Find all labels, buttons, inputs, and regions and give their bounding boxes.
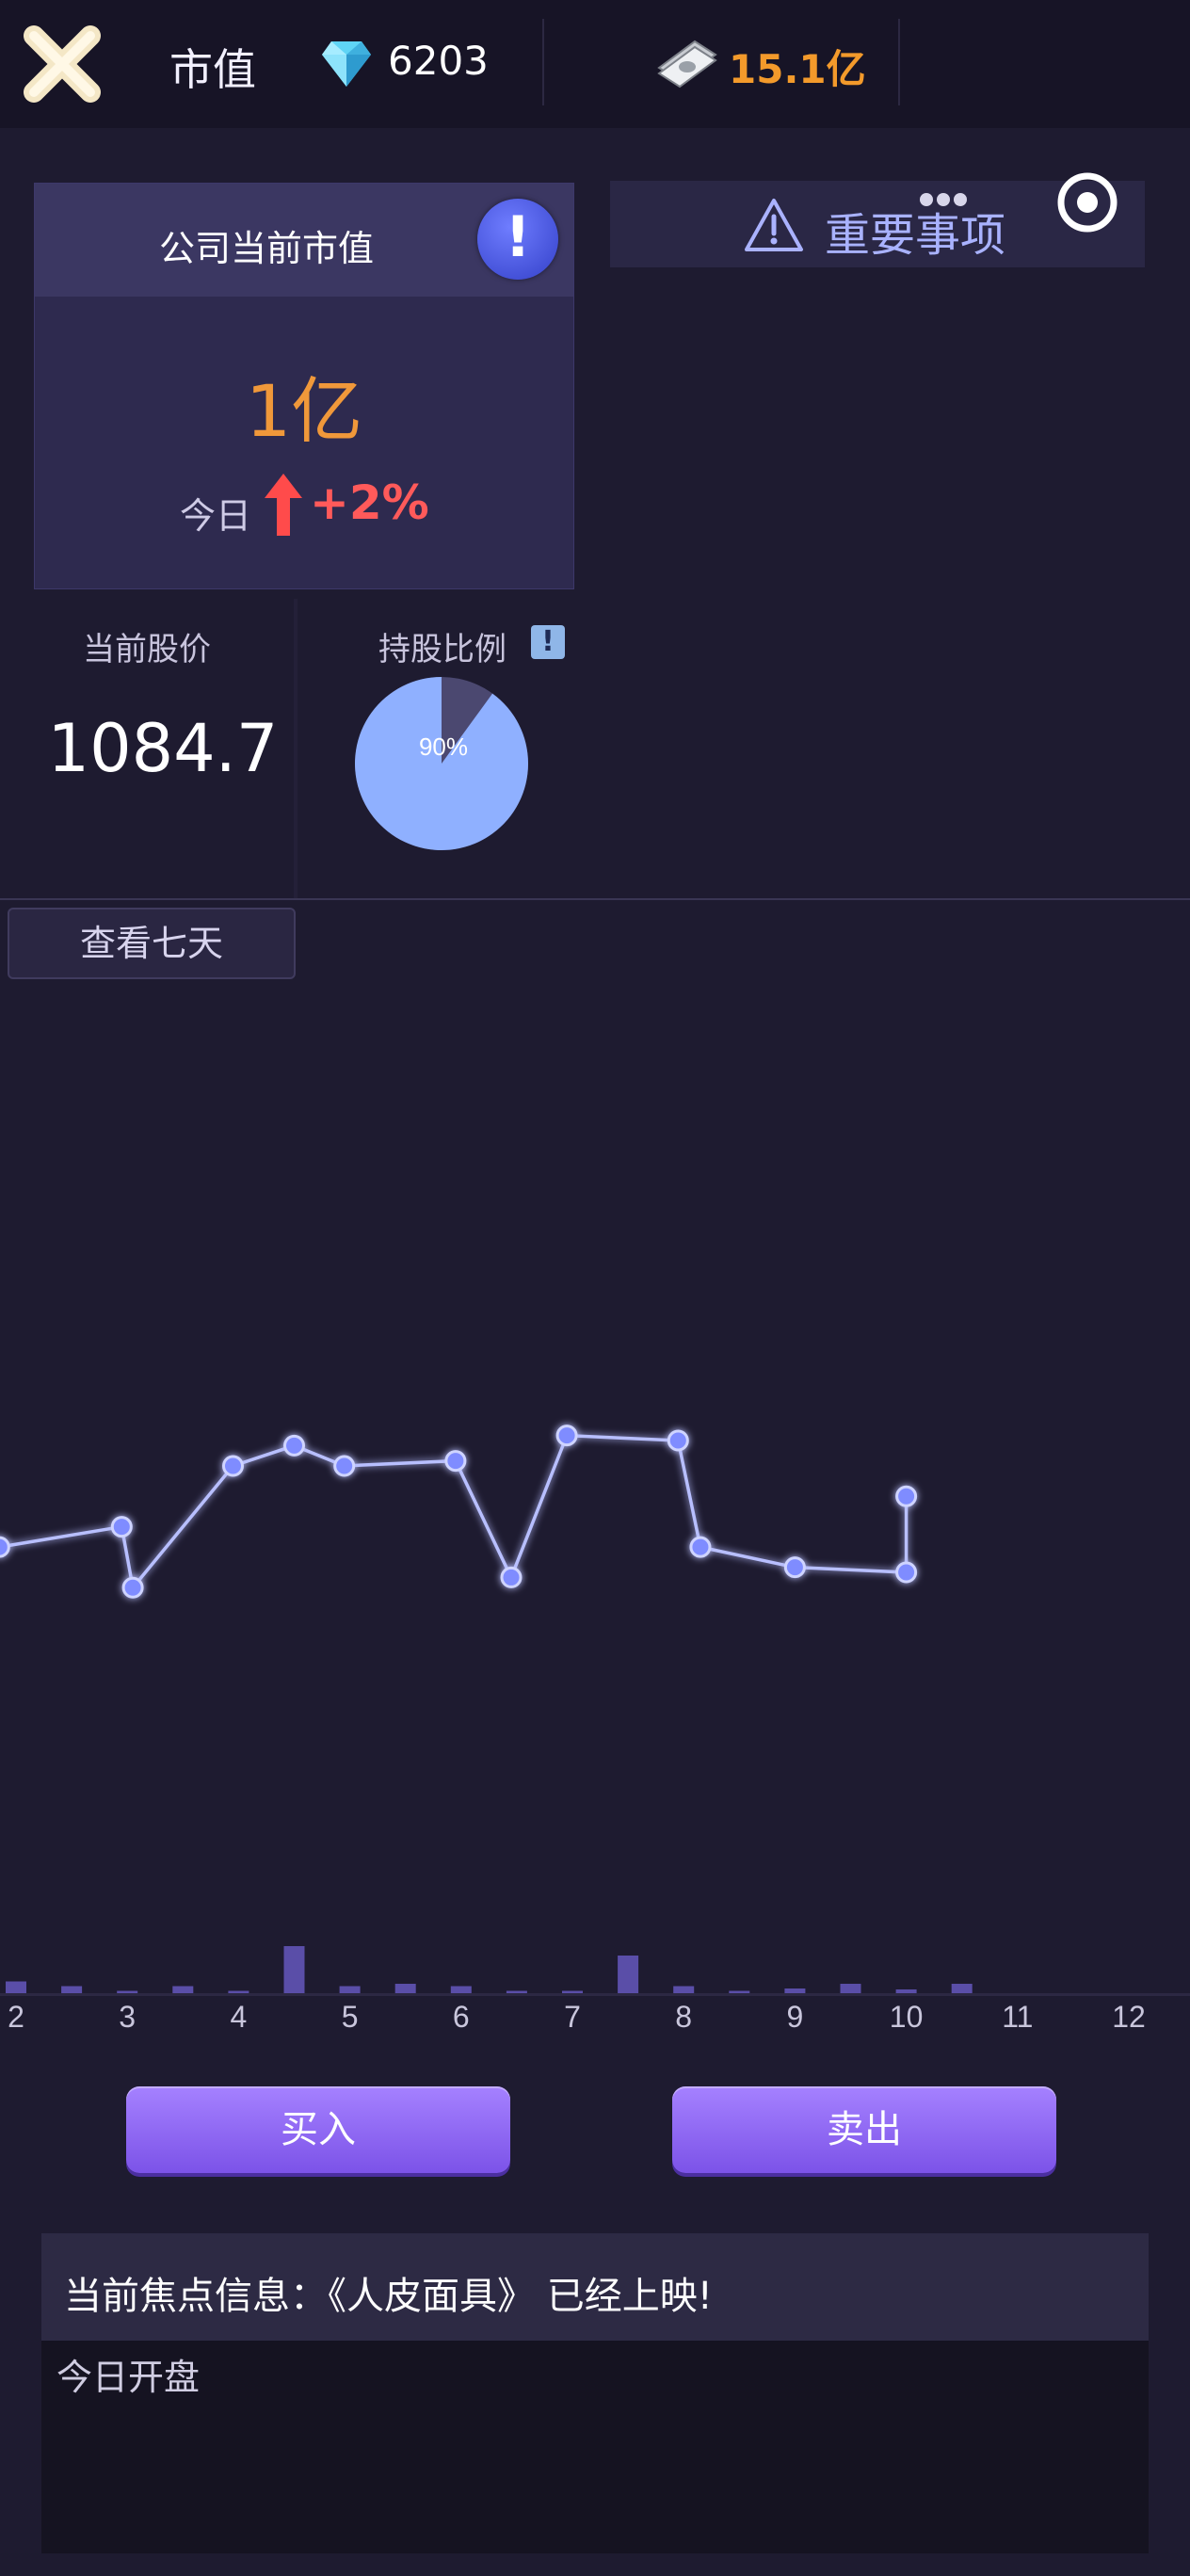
x-tick-label: 12 xyxy=(1112,2000,1146,2034)
x-tick-label: 6 xyxy=(453,2000,470,2034)
price-point xyxy=(895,1561,918,1584)
x-tick-label: 5 xyxy=(342,2000,359,2034)
money-count: 15.1亿 xyxy=(729,46,866,92)
price-point xyxy=(221,1455,244,1477)
volume-bar xyxy=(673,1986,695,1993)
warning-icon xyxy=(744,198,804,252)
today-label: 今日 xyxy=(180,495,252,537)
volume-bar xyxy=(729,1990,750,1993)
sell-label: 卖出 xyxy=(827,2108,902,2151)
volume-bar xyxy=(172,1986,194,1993)
price-point xyxy=(110,1516,133,1538)
price-point xyxy=(783,1556,806,1579)
market-value-header: 公司当前市值 ! xyxy=(35,184,573,297)
price-point xyxy=(555,1425,578,1447)
page-title: 市值 xyxy=(169,44,256,95)
event-log-text: 今日开盘 xyxy=(56,2357,201,2398)
volume-bar xyxy=(339,1986,361,1993)
info-panel: 当前焦点信息：《人皮面具》 已经上映! 今日开盘 xyxy=(41,2233,1149,2553)
holding-pie-chart: 90% xyxy=(352,674,531,853)
x-tick-label: 8 xyxy=(675,2000,692,2034)
top-divider xyxy=(542,19,544,105)
arrow-up-icon xyxy=(265,474,302,536)
price-point xyxy=(500,1566,523,1588)
pie-holding-slice xyxy=(355,677,528,850)
focus-info-text: 当前焦点信息：《人皮面具》 已经上映! xyxy=(64,2275,713,2318)
holding-ratio-label: 持股比例 xyxy=(378,631,507,668)
focus-info-header: 当前焦点信息：《人皮面具》 已经上映! xyxy=(41,2233,1149,2341)
cash-stack-icon xyxy=(653,32,721,92)
chart-baseline xyxy=(0,1993,1190,1996)
volume-bar xyxy=(840,1984,861,1993)
x-tick-label: 11 xyxy=(1002,2000,1033,2034)
price-point xyxy=(0,1536,10,1558)
sell-button[interactable]: 卖出 xyxy=(672,2086,1056,2173)
diamond-icon xyxy=(320,40,373,89)
buy-label: 买入 xyxy=(281,2108,356,2151)
holding-info-icon[interactable]: ! xyxy=(531,625,565,659)
volume-bar xyxy=(228,1990,249,1993)
price-point xyxy=(444,1450,467,1473)
volume-bar xyxy=(283,1946,305,1993)
price-point xyxy=(121,1576,144,1599)
volume-bar xyxy=(562,1990,583,1993)
volume-bar xyxy=(784,1988,806,1993)
x-tick-label: 4 xyxy=(231,2000,248,2034)
important-matters-label: 重要事项 xyxy=(825,209,1006,262)
x-tick-label: 10 xyxy=(890,2000,924,2034)
x-tick-label: 7 xyxy=(564,2000,581,2034)
stock-line-chart: 2 3 4 5 6 7 8 9 10 11 12 xyxy=(0,979,1190,2053)
top-divider xyxy=(898,19,900,105)
volume-bar xyxy=(506,1990,527,1993)
pie-percent-label: 90% xyxy=(419,733,468,761)
x-tick-label: 9 xyxy=(787,2000,804,2034)
market-value-card: 公司当前市值 ! 1亿 今日 +2% xyxy=(34,183,574,589)
gem-count: 6203 xyxy=(388,38,489,84)
price-point xyxy=(689,1536,712,1558)
view-seven-days-label: 查看七天 xyxy=(79,923,223,964)
volume-bar xyxy=(618,1956,639,1993)
price-point xyxy=(667,1429,689,1452)
buy-button[interactable]: 买入 xyxy=(126,2086,510,2173)
info-glyph: ! xyxy=(505,204,531,270)
close-icon[interactable] xyxy=(19,21,105,107)
info-icon[interactable]: ! xyxy=(477,199,558,280)
view-seven-days-button[interactable]: 查看七天 xyxy=(8,908,296,979)
price-point xyxy=(283,1434,305,1457)
volume-bar xyxy=(394,1984,416,1993)
section-divider xyxy=(0,898,1190,900)
volume-bar xyxy=(6,1981,26,1993)
market-value: 1亿 xyxy=(245,369,363,453)
price-point xyxy=(333,1455,356,1477)
volume-bar xyxy=(61,1986,83,1993)
more-icon[interactable] xyxy=(919,190,968,209)
price-point xyxy=(895,1485,918,1507)
stock-price-label: 当前股价 xyxy=(83,631,211,668)
volume-bar xyxy=(951,1984,973,1993)
volume-bar xyxy=(450,1986,472,1993)
today-change: +2% xyxy=(310,475,429,530)
x-tick-label: 3 xyxy=(119,2000,136,2034)
target-icon[interactable] xyxy=(1054,169,1120,235)
volume-bar xyxy=(117,1990,138,1993)
x-tick-label: 2 xyxy=(8,2000,24,2034)
volume-bar xyxy=(895,1989,917,1993)
stock-price-value: 1084.7 xyxy=(47,710,279,787)
